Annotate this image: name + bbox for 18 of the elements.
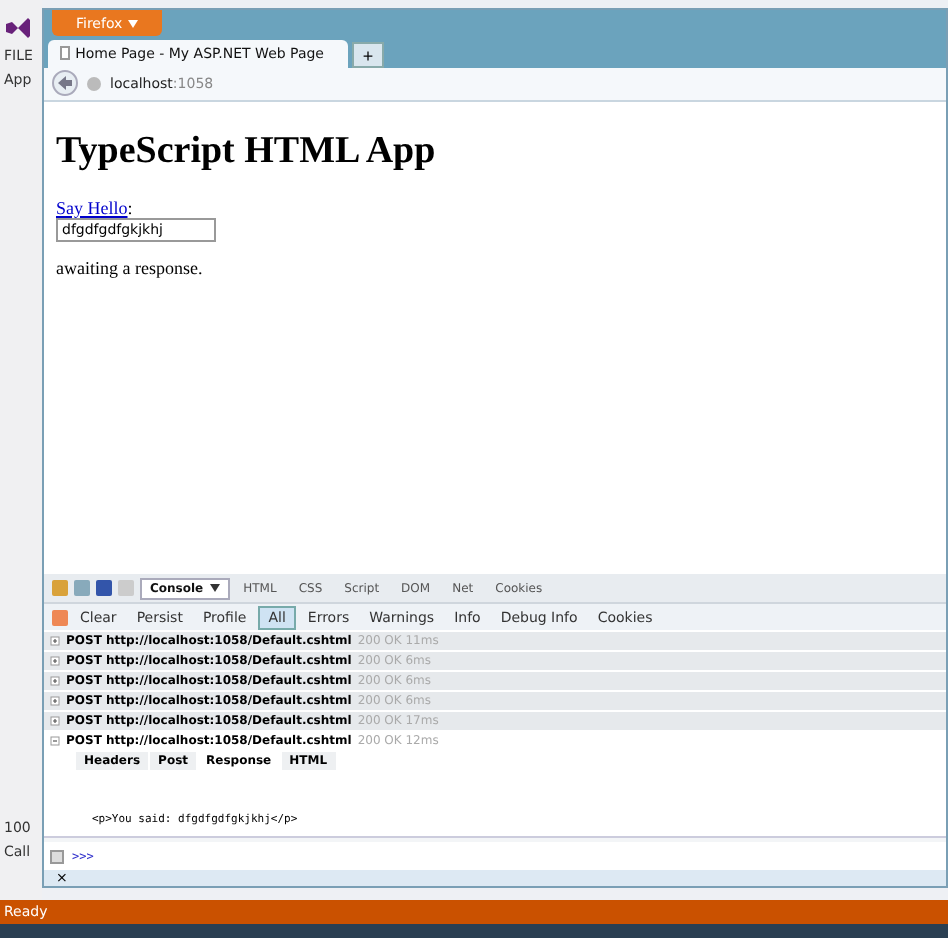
expand-icon[interactable] (50, 636, 60, 646)
expand-icon[interactable] (50, 716, 60, 726)
response-message: awaiting a response. (56, 257, 205, 278)
new-tab-button[interactable]: + (352, 42, 384, 68)
page-icon (60, 46, 70, 60)
checkbox-icon[interactable] (50, 849, 64, 863)
back-arrow-icon (58, 76, 72, 91)
page-heading: TypeScript HTML App (56, 129, 438, 174)
say-hello-link[interactable]: Say Hello (56, 197, 128, 218)
colon-text: : (127, 197, 133, 218)
collapse-icon[interactable] (50, 736, 60, 746)
back-button[interactable] (52, 70, 78, 97)
expand-icon[interactable] (50, 676, 60, 686)
expand-icon[interactable] (50, 696, 60, 706)
caret-icon (128, 19, 139, 27)
expand-icon[interactable] (50, 656, 60, 666)
logo-icon (4, 16, 32, 40)
caret-icon (209, 583, 220, 591)
